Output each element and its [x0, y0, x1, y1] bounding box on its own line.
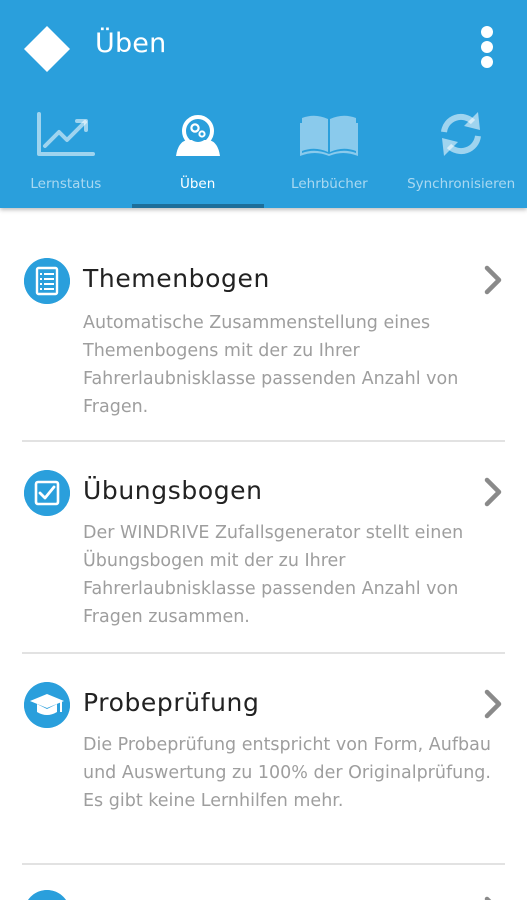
item-title: Themenbogen [83, 264, 270, 293]
sync-icon [441, 112, 482, 156]
tab-synchronisieren[interactable]: Synchronisieren [395, 100, 527, 208]
list-item-uebungsbogen[interactable]: Übungsbogen Der WINDRIVE Zufallsgenerato… [22, 460, 505, 640]
list-item-partial[interactable] [22, 888, 505, 900]
list-document-icon [24, 258, 70, 304]
tab-ueben[interactable]: Üben [131, 100, 264, 208]
graduation-cap-icon [24, 682, 70, 728]
chevron-right-icon [484, 896, 492, 900]
chevron-right-icon [484, 265, 502, 295]
app-bar: Üben Lernstatus Üben Lehrbücher Synchron… [0, 0, 527, 208]
tab-lehrbuecher[interactable]: Lehrbücher [264, 100, 396, 208]
tab-label: Synchronisieren [407, 176, 516, 192]
open-book-icon [300, 115, 359, 156]
overflow-menu-icon[interactable] [479, 26, 495, 70]
item-description: Die Probeprüfung entspricht von Form, Au… [83, 735, 491, 811]
page-title: Üben [95, 28, 167, 59]
divider [22, 652, 505, 654]
item-description: Der WINDRIVE Zufallsgenerator stellt ein… [83, 523, 464, 627]
list-item-themenbogen[interactable]: Themenbogen Automatische Zusammenstellun… [22, 248, 505, 428]
line-chart-icon [36, 112, 95, 156]
active-tab-indicator [131, 204, 264, 208]
practice-person-gears-icon [175, 115, 220, 156]
chevron-right-icon [484, 477, 502, 507]
divider [22, 440, 505, 442]
list-item-icon [24, 890, 70, 900]
checkbox-icon [24, 470, 70, 516]
list-item-probepruefung[interactable]: Probeprüfung Die Probeprüfung entspricht… [22, 672, 505, 852]
divider [22, 863, 505, 865]
tab-label: Üben [179, 176, 216, 192]
chevron-right-icon [484, 689, 502, 719]
tab-lernstatus[interactable]: Lernstatus [0, 100, 132, 208]
item-description: Automatische Zusammenstellung eines Them… [83, 313, 459, 417]
app-logo-diamond-icon [24, 26, 70, 72]
tab-bar: Lernstatus Üben Lehrbücher Synchronisier… [0, 100, 527, 208]
tab-label: Lernstatus [30, 176, 102, 192]
tab-label: Lehrbücher [291, 176, 368, 192]
item-title: Probeprüfung [83, 688, 260, 717]
item-title: Übungsbogen [83, 476, 263, 505]
